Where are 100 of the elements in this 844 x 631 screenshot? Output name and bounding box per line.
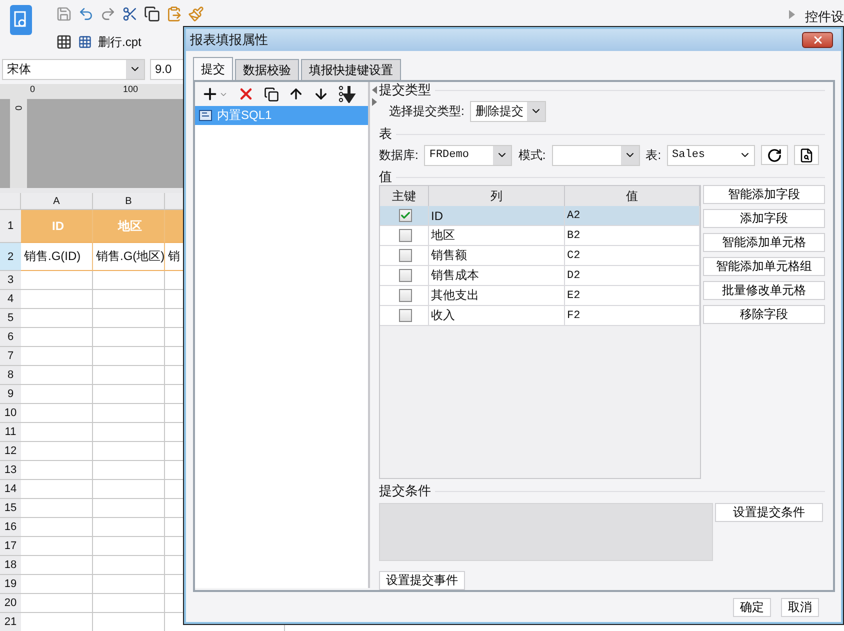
table-row[interactable]: 收入 F2 [380, 306, 700, 326]
cell-text: 销售.G(地区) [96, 248, 164, 265]
action-button[interactable]: 移除字段 [703, 305, 825, 324]
row-header[interactable]: 21 [0, 613, 21, 631]
panel-title: 控件设 [805, 8, 844, 26]
paste-icon[interactable] [166, 6, 182, 22]
undo-icon[interactable] [78, 6, 94, 22]
cell-value: B2 [567, 230, 580, 242]
tab[interactable]: 数据校验 [235, 59, 299, 80]
checkbox[interactable] [398, 229, 412, 242]
sheet-cell [21, 309, 93, 328]
refresh-icon[interactable] [767, 148, 782, 162]
column-header[interactable]: A [21, 193, 93, 210]
redo-icon[interactable] [100, 6, 116, 22]
expand-arrow-icon[interactable] [789, 10, 795, 18]
action-button[interactable]: 添加字段 [703, 209, 825, 228]
sheet-cell [21, 594, 93, 613]
action-button[interactable]: 智能添加单元格组 [703, 257, 825, 276]
row-header[interactable]: 13 [0, 461, 21, 480]
dialog-button[interactable]: 取消 [781, 598, 819, 617]
checkbox[interactable] [398, 209, 412, 222]
section-title: 提交条件 [379, 482, 431, 500]
action-button[interactable]: 批量修改单元格 [703, 281, 825, 300]
cut-icon[interactable] [122, 6, 138, 22]
row-header[interactable]: 3 [0, 271, 21, 290]
row-header[interactable]: 11 [0, 423, 21, 442]
cell-text: 销售.G(ID) [24, 248, 81, 265]
brush-icon[interactable] [188, 6, 204, 22]
row-header[interactable]: 12 [0, 442, 21, 461]
database-select[interactable]: FRDemo [424, 144, 512, 166]
ruler-label: 100 [123, 84, 138, 94]
column-name: 其他支出 [431, 287, 479, 304]
action-button[interactable]: 智能添加字段 [703, 185, 825, 204]
row-header[interactable]: 14 [0, 480, 21, 499]
row-header[interactable]: 18 [0, 556, 21, 575]
row-header[interactable]: 19 [0, 575, 21, 594]
row-header[interactable]: 6 [0, 328, 21, 347]
refresh-button[interactable] [761, 145, 788, 165]
table-row[interactable]: 销售额 C2 [380, 246, 700, 266]
cell-value: C2 [567, 250, 580, 262]
sheet-cell [21, 366, 93, 385]
preview-button[interactable] [794, 145, 820, 165]
app-logo-icon[interactable] [10, 5, 32, 35]
table-row[interactable]: 销售成本 D2 [380, 266, 700, 286]
copy-icon[interactable] [144, 6, 160, 22]
dialog-title: 报表填报属性 [190, 31, 268, 49]
section-title: 值 [379, 168, 392, 186]
row-header[interactable]: 2 [0, 243, 21, 271]
tab[interactable]: 提交 [193, 57, 233, 80]
row-header[interactable]: 8 [0, 366, 21, 385]
checkbox[interactable] [398, 269, 412, 282]
close-icon[interactable] [812, 34, 824, 46]
table-row[interactable]: ID A2 [380, 206, 700, 226]
font-select[interactable]: 宋体 [2, 58, 145, 80]
row-header[interactable]: 16 [0, 518, 21, 537]
sheet-cell [21, 537, 93, 556]
set-event-button[interactable]: 设置提交事件 [379, 571, 465, 590]
sheet-cell [21, 423, 93, 442]
copy-icon[interactable] [264, 86, 279, 102]
row-header[interactable]: 10 [0, 404, 21, 423]
column-header[interactable]: B [93, 193, 165, 210]
move-up-icon[interactable] [288, 86, 304, 102]
row-header[interactable]: 5 [0, 309, 21, 328]
row-header[interactable]: 4 [0, 290, 21, 309]
corner-cell[interactable] [0, 193, 21, 210]
cell-value: D2 [567, 270, 580, 282]
sheet-cell [21, 518, 93, 537]
checkbox[interactable] [398, 289, 412, 302]
table-icon [199, 110, 212, 121]
row-header[interactable]: 1 [0, 210, 21, 243]
checkbox[interactable] [398, 309, 412, 322]
row-header[interactable]: 20 [0, 594, 21, 613]
cell-text: 销 [168, 248, 180, 265]
tab[interactable]: 填报快捷键设置 [301, 59, 401, 80]
sheet-cell [21, 480, 93, 499]
move-down-icon[interactable] [313, 86, 329, 102]
checkbox[interactable] [398, 249, 412, 262]
row-header[interactable]: 15 [0, 499, 21, 518]
row-header[interactable]: 7 [0, 347, 21, 366]
file-tab[interactable]: 删行.cpt [98, 34, 142, 50]
cell-value: A2 [567, 210, 580, 222]
dialog-button[interactable]: 确定 [733, 598, 771, 617]
close-button[interactable] [802, 32, 833, 48]
table-select[interactable]: Sales [667, 144, 756, 166]
save-icon[interactable] [56, 6, 72, 22]
section-title: 表 [379, 125, 392, 143]
column-name: 销售成本 [431, 267, 479, 284]
search-file-icon[interactable] [799, 148, 814, 162]
table-row[interactable]: 其他支出 E2 [380, 286, 700, 306]
row-header[interactable]: 9 [0, 385, 21, 404]
sheet-cell [21, 347, 93, 366]
grid-icon[interactable] [56, 34, 72, 50]
sort-icon[interactable] [338, 85, 356, 103]
submit-type-select[interactable]: 删除提交 [470, 100, 546, 122]
row-header[interactable]: 17 [0, 537, 21, 556]
add-icon[interactable] [201, 85, 228, 103]
cell-text: ID [52, 219, 64, 233]
set-condition-button[interactable]: 设置提交条件 [715, 503, 823, 522]
table-row[interactable]: 地区 B2 [380, 226, 700, 246]
action-button[interactable]: 智能添加单元格 [703, 233, 825, 252]
